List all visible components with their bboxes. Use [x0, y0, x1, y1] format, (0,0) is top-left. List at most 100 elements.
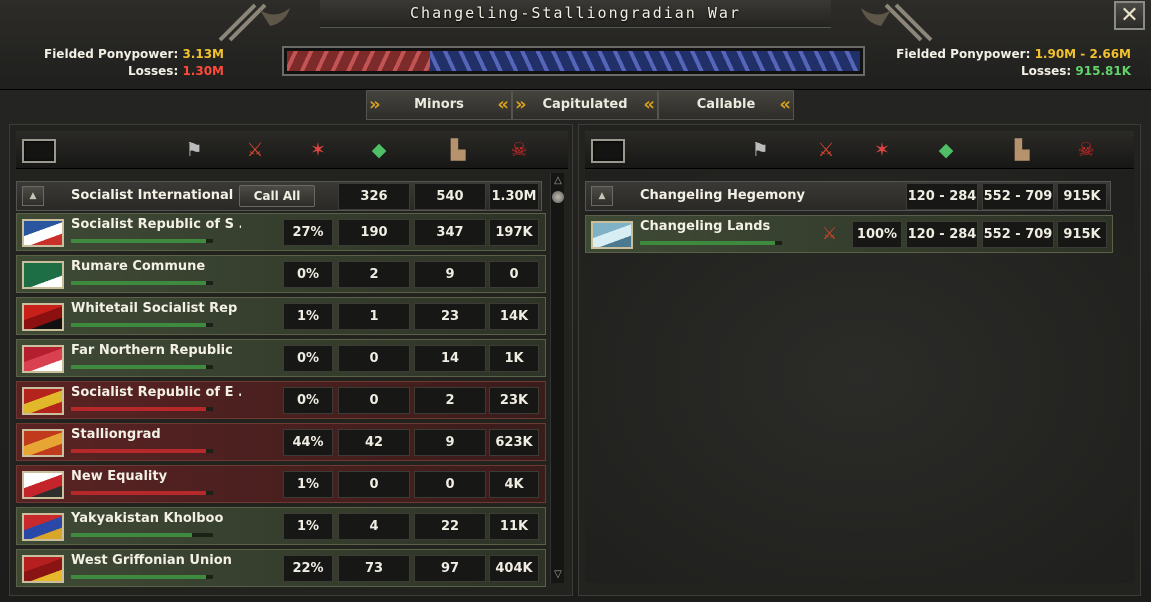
chevron-right-icon: »	[515, 94, 527, 115]
factory-icon[interactable]: ▙	[1009, 137, 1035, 163]
country-row[interactable]: West Griffonian Union 22% 73 97 404K	[16, 549, 546, 587]
country-name: Socialist Republic of E ...	[71, 385, 241, 400]
crossed-swords-emblem-icon	[861, 3, 933, 42]
war-title: Changeling-Stalliongradian War	[410, 4, 741, 22]
casualties-value: 4K	[489, 471, 539, 498]
country-flag[interactable]	[22, 555, 64, 583]
factory-icon[interactable]: ▙	[445, 137, 471, 163]
losses-label: Losses:	[1020, 64, 1072, 78]
war-support-bar	[71, 239, 213, 243]
crossed-swords-icon[interactable]: ⚔	[813, 137, 839, 163]
country-row[interactable]: Socialist Republic of S ... 27% 190 347 197K	[16, 213, 546, 251]
war-contribution-value: 27%	[283, 219, 333, 246]
war-support-bar	[71, 281, 213, 285]
factories-value: 347	[414, 219, 486, 246]
war-support-fill	[71, 239, 206, 243]
country-row[interactable]: Yakyakistan Kholboo 1% 4 22 11K	[16, 507, 546, 545]
country-flag[interactable]	[22, 387, 64, 415]
fielded-label: Fielded Ponypower:	[44, 47, 179, 61]
war-support-bar	[71, 533, 213, 537]
tab-minors[interactable]: » Minors «	[366, 90, 512, 120]
flag-icon[interactable]: ⚑	[181, 137, 207, 163]
skull-icon[interactable]: ☠	[506, 137, 532, 163]
attacker-strength-fill	[287, 51, 431, 71]
war-header: Changeling-Stalliongradian War ✕ Fielded…	[0, 0, 1151, 90]
country-row[interactable]: New Equality 1% 0 0 4K	[16, 465, 546, 503]
war-support-bar	[71, 491, 213, 495]
casualties-value: 0	[489, 261, 539, 288]
close-button[interactable]: ✕	[1114, 1, 1145, 30]
war-contribution-value: 100%	[852, 221, 902, 248]
casualties-value: 1K	[489, 345, 539, 372]
country-row[interactable]: Rumare Commune 0% 2 9 0	[16, 255, 546, 293]
factories-value: 23	[414, 303, 486, 330]
country-flag[interactable]	[22, 471, 64, 499]
divisions-value: 190	[338, 219, 410, 246]
tab-label: Minors	[414, 97, 464, 112]
chevron-right-icon: »	[369, 94, 381, 115]
country-flag[interactable]	[22, 429, 64, 457]
defender-panel: ⚑ ⚔ ✶ ◆ ▙ ☠ ▲ Changeling Hegemony 120 - …	[578, 124, 1141, 596]
defender-stats: Fielded Ponypower: 1.90M - 2.66M Losses:…	[880, 46, 1131, 80]
country-name: West Griffonian Union	[71, 553, 232, 568]
casualties-value: 915K	[1057, 183, 1107, 210]
surrender-icon[interactable]: ◆	[366, 137, 392, 163]
fielded-value: 3.13M	[182, 47, 224, 61]
factories-value: 22	[414, 513, 486, 540]
country-row[interactable]: Whitetail Socialist Rep ... 1% 1 23 14K	[16, 297, 546, 335]
country-row[interactable]: Socialist Republic of E ... 0% 0 2 23K	[16, 381, 546, 419]
country-name: Rumare Commune	[71, 259, 206, 274]
faction-leader-row[interactable]: ▲ Changeling Hegemony 120 - 284 552 - 70…	[585, 181, 1111, 211]
selection-slot[interactable]	[591, 139, 625, 163]
war-support-fill	[71, 449, 206, 453]
divisions-value: 42	[338, 429, 410, 456]
war-contribution-value: 1%	[283, 303, 333, 330]
scroll-up-icon[interactable]: △	[551, 173, 565, 189]
country-flag[interactable]	[22, 513, 64, 541]
country-flag[interactable]	[22, 261, 64, 289]
war-support-bar	[640, 241, 782, 245]
factories-value: 552 - 709	[982, 183, 1054, 210]
tab-callable[interactable]: Callable «	[658, 90, 794, 120]
war-leader-icon: ⚔	[822, 224, 838, 244]
divisions-value: 1	[338, 303, 410, 330]
country-flag[interactable]	[22, 303, 64, 331]
war-support-fill	[640, 241, 775, 245]
casualties-value: 14K	[489, 303, 539, 330]
country-flag[interactable]	[591, 221, 633, 249]
divisions-value: 120 - 284	[906, 221, 978, 248]
factories-value: 9	[414, 261, 486, 288]
flag-icon[interactable]: ⚑	[747, 137, 773, 163]
country-row[interactable]: Far Northern Republic 0% 0 14 1K	[16, 339, 546, 377]
fielded-label: Fielded Ponypower:	[896, 47, 1031, 61]
surrender-icon[interactable]: ◆	[933, 137, 959, 163]
war-support-bar	[71, 449, 213, 453]
scroll-thumb[interactable]	[552, 191, 564, 203]
faction-name: Socialist International	[71, 188, 234, 203]
country-name: Changeling Lands	[640, 219, 771, 234]
war-balance-bar	[282, 46, 865, 76]
scrollbar[interactable]: △ ▽	[550, 173, 564, 583]
country-name: Yakyakistan Kholboo	[71, 511, 224, 526]
casualties-value: 11K	[489, 513, 539, 540]
country-row[interactable]: Stalliongrad 44% 42 9 623K	[16, 423, 546, 461]
faction-leader-row[interactable]: ▲ Socialist International Call All 326 5…	[16, 181, 542, 211]
casualties-icon[interactable]: ✶	[869, 137, 895, 163]
war-support-fill	[71, 281, 206, 285]
call-all-button[interactable]: Call All	[239, 185, 315, 207]
country-flag[interactable]	[22, 345, 64, 373]
selection-slot[interactable]	[22, 139, 56, 163]
collapse-icon[interactable]: ▲	[591, 186, 613, 206]
country-flag[interactable]	[22, 219, 64, 247]
war-support-bar	[71, 575, 213, 579]
casualties-icon[interactable]: ✶	[305, 137, 331, 163]
war-support-fill	[71, 365, 206, 369]
divisions-value: 120 - 284	[906, 183, 978, 210]
losses-value: 915.81K	[1075, 64, 1131, 78]
scroll-down-icon[interactable]: ▽	[551, 567, 565, 583]
collapse-icon[interactable]: ▲	[22, 186, 44, 206]
tab-capitulated[interactable]: » Capitulated «	[512, 90, 658, 120]
skull-icon[interactable]: ☠	[1073, 137, 1099, 163]
country-row[interactable]: Changeling Lands ⚔ 100% 120 - 284 552 - 709 9…	[585, 215, 1113, 253]
crossed-swords-icon[interactable]: ⚔	[242, 137, 268, 163]
